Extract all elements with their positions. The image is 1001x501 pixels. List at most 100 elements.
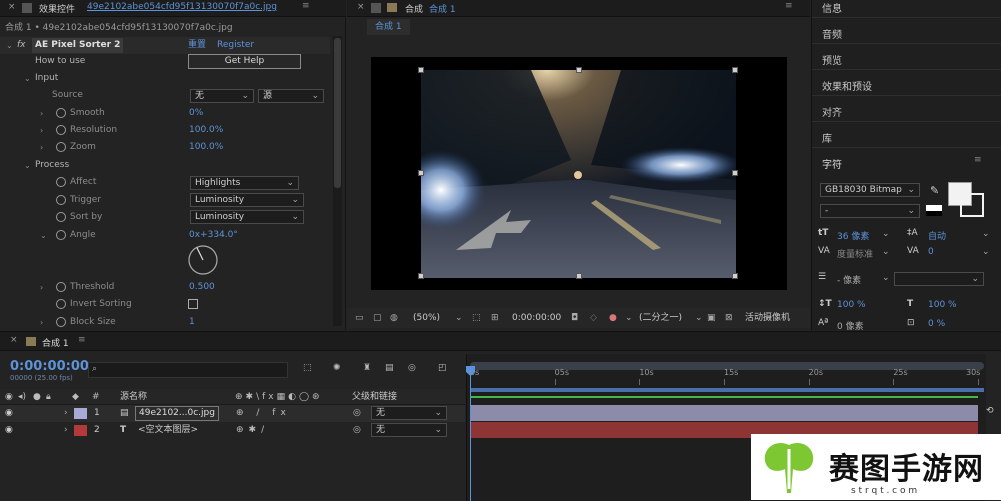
transparency-grid-icon[interactable]: ⊠ (725, 308, 733, 328)
transform-handle[interactable] (732, 273, 738, 279)
eye-icon[interactable]: ◉ (5, 405, 13, 422)
transform-handle[interactable] (418, 67, 424, 73)
effect-file-name[interactable]: 49e2102abe054cfd95f13130070f7a0c.jpg (87, 2, 277, 12)
graph-editor-icon[interactable]: ◰ (438, 363, 447, 373)
libraries-panel-tab[interactable]: 库 (822, 130, 832, 145)
expand-caret-icon[interactable]: › (64, 405, 68, 422)
collapse-caret-icon[interactable]: ⌄ (40, 227, 47, 244)
font-style-dropdown[interactable]: - ⌄ (820, 204, 920, 218)
camera-dropdown[interactable]: 活动摄像机 (745, 308, 790, 328)
register-link[interactable]: Register (217, 37, 254, 54)
stopwatch-icon[interactable] (56, 299, 66, 309)
get-help-button[interactable]: Get Help (188, 54, 301, 69)
always-preview-icon[interactable]: ▭ (355, 308, 364, 328)
label-tag-icon[interactable]: ◆ (72, 389, 79, 405)
audio-panel-tab[interactable]: 音频 (822, 26, 842, 41)
scrollbar-thumb[interactable] (334, 38, 341, 188)
fit-frame-icon[interactable]: ⬚ (472, 308, 481, 328)
vertical-scale-value[interactable]: 100 % (837, 300, 866, 310)
collapse-caret-icon[interactable]: ⌄ (24, 157, 31, 174)
close-icon[interactable]: × (10, 335, 18, 345)
collapse-caret-icon[interactable]: ⌄ (6, 37, 13, 54)
chevron-down-icon[interactable]: ⌄ (625, 308, 633, 328)
chevron-down-icon[interactable]: ⌄ (982, 247, 990, 257)
layer-switches[interactable]: ⊕ / fx (236, 405, 291, 422)
video-visibility-icon[interactable]: ◉ (5, 389, 13, 405)
comp-button-icon[interactable]: ⟲ (986, 406, 994, 416)
resolution-dropdown[interactable]: (二分之一) (639, 308, 682, 328)
show-snapshot-icon[interactable]: ◇ (590, 308, 597, 328)
layer-name[interactable]: <空文本图层> (138, 422, 198, 439)
chevron-down-icon[interactable]: ⌄ (882, 229, 890, 239)
camera-snapshot-icon[interactable]: ◘ (571, 308, 578, 328)
expand-caret-icon[interactable]: › (40, 122, 43, 139)
vr-goggles-icon[interactable]: ◍ (390, 308, 398, 328)
expand-caret-icon[interactable]: › (40, 314, 43, 331)
expand-caret-icon[interactable]: › (40, 105, 43, 122)
panel-title[interactable]: 合成 (405, 2, 423, 15)
composition-name[interactable]: 合成 1 (429, 2, 456, 15)
eyedropper-icon[interactable]: ✎ (930, 184, 939, 197)
shy-layers-icon[interactable]: ♜ (363, 363, 371, 373)
work-area-bar[interactable] (470, 388, 984, 392)
column-source-name[interactable]: 源名称 (120, 389, 147, 405)
time-ruler[interactable]: 0s 05s 10s 15s 20s 25s 30s (470, 368, 984, 386)
label-color-chip[interactable] (74, 408, 87, 419)
stroke-style-dropdown[interactable]: ⌄ (894, 272, 984, 286)
stroke-width-value[interactable]: - 像素 (837, 273, 861, 286)
horizontal-scale-value[interactable]: 100 % (928, 300, 957, 310)
expand-caret-icon[interactable]: › (40, 279, 43, 296)
stopwatch-icon[interactable] (56, 125, 66, 135)
affect-dropdown[interactable]: Highlights ⌄ (190, 176, 299, 190)
align-panel-tab[interactable]: 对齐 (822, 104, 842, 119)
leading-value[interactable]: 自动 (928, 229, 946, 242)
layer-switches[interactable]: ⊕✱/ (236, 422, 269, 439)
chevron-down-icon[interactable]: ⌄ (982, 229, 990, 239)
panel-menu-icon[interactable]: ≡ (785, 1, 793, 11)
transform-handle[interactable] (576, 67, 582, 73)
magnification-dropdown[interactable]: (50%) (413, 308, 440, 328)
pickwhip-icon[interactable]: ◎ (353, 422, 361, 439)
lock-icon[interactable] (22, 3, 32, 13)
angle-dial[interactable] (187, 244, 219, 276)
transform-handle[interactable] (732, 170, 738, 176)
info-panel-tab[interactable]: 信息 (822, 0, 842, 15)
stopwatch-icon[interactable] (56, 108, 66, 118)
lock-icon[interactable]: 🔒︎ (46, 389, 51, 405)
layer-name[interactable]: 49e2102...0c.jpg (135, 406, 219, 421)
lock-icon[interactable] (371, 3, 381, 13)
panel-menu-icon[interactable]: ≡ (302, 1, 310, 11)
parent-dropdown[interactable]: 无 ⌄ (371, 423, 447, 437)
frame-blending-icon[interactable]: ▤ (385, 363, 394, 373)
layer-search-input[interactable]: ⌕ (88, 362, 288, 378)
effect-scrollbar[interactable] (333, 36, 342, 326)
region-of-interest-icon[interactable]: ▣ (707, 308, 716, 328)
current-time[interactable]: 0:00:00:00 (512, 308, 561, 328)
panel-title[interactable]: 效果控件 (39, 2, 75, 15)
grid-icon[interactable]: ⊞ (491, 308, 499, 328)
chevron-down-icon[interactable]: ⌄ (455, 308, 463, 328)
close-icon[interactable]: × (8, 2, 16, 12)
zoom-value[interactable]: 100.0% (189, 139, 223, 156)
source-type-dropdown[interactable]: 源 ⌄ (258, 89, 324, 103)
composition-tab[interactable]: 合成 1 (367, 19, 410, 35)
stopwatch-icon[interactable] (56, 282, 66, 292)
resolution-value[interactable]: 100.0% (189, 122, 223, 139)
source-layer-dropdown[interactable]: 无 ⌄ (190, 89, 254, 103)
sortby-dropdown[interactable]: Luminosity ⌄ (190, 210, 304, 224)
preview-panel-tab[interactable]: 预览 (822, 52, 842, 67)
chevron-down-icon[interactable]: ⌄ (882, 247, 890, 257)
comp-flowchart-icon[interactable]: ✺ (333, 363, 341, 373)
reset-link[interactable]: 重置 (188, 37, 206, 54)
collapse-caret-icon[interactable]: ⌄ (24, 70, 31, 87)
playhead-line[interactable] (470, 366, 471, 501)
kerning-value[interactable]: 度量标准 (837, 247, 873, 260)
stopwatch-icon[interactable] (56, 212, 66, 222)
label-color-chip[interactable] (74, 425, 87, 436)
audio-icon[interactable]: ◂) (18, 389, 26, 405)
layer-row[interactable]: ◉ › 1 ▤ 49e2102...0c.jpg ⊕ / fx ◎ 无 ⌄ (0, 405, 465, 422)
expand-caret-icon[interactable]: › (64, 422, 68, 439)
close-icon[interactable]: × (357, 2, 365, 12)
timeline-current-time[interactable]: 0:00:00:00 (10, 359, 89, 374)
solo-icon[interactable]: ● (33, 389, 41, 405)
